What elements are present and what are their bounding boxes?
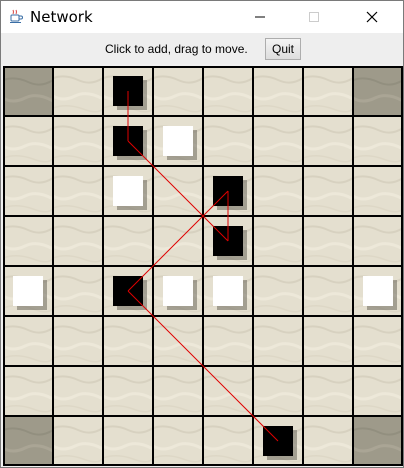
board-square[interactable]: [303, 316, 353, 366]
corner-square[interactable]: [353, 66, 403, 116]
maximize-icon: [309, 12, 319, 22]
board-square[interactable]: [53, 116, 103, 166]
board-square[interactable]: [303, 416, 353, 466]
white-piece[interactable]: [213, 276, 243, 306]
board-square[interactable]: [53, 366, 103, 416]
board-square[interactable]: [353, 366, 403, 416]
minimize-icon: [255, 16, 265, 18]
white-piece[interactable]: [13, 276, 43, 306]
board-square[interactable]: [3, 166, 53, 216]
board-square[interactable]: [53, 66, 103, 116]
maximize-button[interactable]: [291, 1, 337, 33]
corner-square[interactable]: [3, 66, 53, 116]
white-piece[interactable]: [163, 126, 193, 156]
window-title: Network: [30, 8, 93, 26]
close-button[interactable]: [349, 1, 395, 33]
quit-button[interactable]: Quit: [265, 38, 301, 60]
board-square[interactable]: [303, 266, 353, 316]
board-square[interactable]: [203, 116, 253, 166]
board-square[interactable]: [303, 66, 353, 116]
board-square[interactable]: [253, 316, 303, 366]
white-piece[interactable]: [113, 176, 143, 206]
title-bar[interactable]: Network: [1, 1, 403, 33]
board-square[interactable]: [353, 316, 403, 366]
board-square[interactable]: [353, 166, 403, 216]
white-piece[interactable]: [363, 276, 393, 306]
board-square[interactable]: [353, 216, 403, 266]
board-square[interactable]: [103, 216, 153, 266]
corner-square[interactable]: [3, 416, 53, 466]
board-square[interactable]: [303, 166, 353, 216]
board-square[interactable]: [303, 116, 353, 166]
corner-square[interactable]: [353, 416, 403, 466]
board-square[interactable]: [253, 266, 303, 316]
board-square[interactable]: [253, 216, 303, 266]
toolbar: Click to add, drag to move. Quit: [1, 33, 403, 64]
board-square[interactable]: [203, 316, 253, 366]
board-square[interactable]: [303, 366, 353, 416]
board-square[interactable]: [253, 166, 303, 216]
board-square[interactable]: [353, 116, 403, 166]
board-square[interactable]: [153, 66, 203, 116]
board-square[interactable]: [53, 316, 103, 366]
board-square[interactable]: [3, 216, 53, 266]
instruction-label: Click to add, drag to move.: [105, 42, 248, 56]
board-square[interactable]: [53, 216, 103, 266]
board-square[interactable]: [103, 316, 153, 366]
board-square[interactable]: [53, 266, 103, 316]
close-icon: [366, 11, 378, 23]
app-window: Network Click to add, drag to move. Quit: [0, 0, 404, 468]
board-square[interactable]: [53, 416, 103, 466]
board-square[interactable]: [203, 66, 253, 116]
board-square[interactable]: [253, 366, 303, 416]
java-coffee-cup-icon: [10, 9, 23, 23]
board-square[interactable]: [253, 116, 303, 166]
board-square[interactable]: [3, 116, 53, 166]
game-board[interactable]: [3, 66, 403, 466]
board-square[interactable]: [3, 316, 53, 366]
board-square[interactable]: [153, 416, 203, 466]
white-piece[interactable]: [163, 276, 193, 306]
board-canvas[interactable]: [3, 66, 403, 466]
board-square[interactable]: [53, 166, 103, 216]
board-square[interactable]: [253, 66, 303, 116]
board-square[interactable]: [103, 366, 153, 416]
board-square[interactable]: [103, 416, 153, 466]
board-square[interactable]: [203, 416, 253, 466]
board-square[interactable]: [303, 216, 353, 266]
board-square[interactable]: [3, 366, 53, 416]
minimize-button[interactable]: [237, 1, 283, 33]
board-square[interactable]: [153, 366, 203, 416]
